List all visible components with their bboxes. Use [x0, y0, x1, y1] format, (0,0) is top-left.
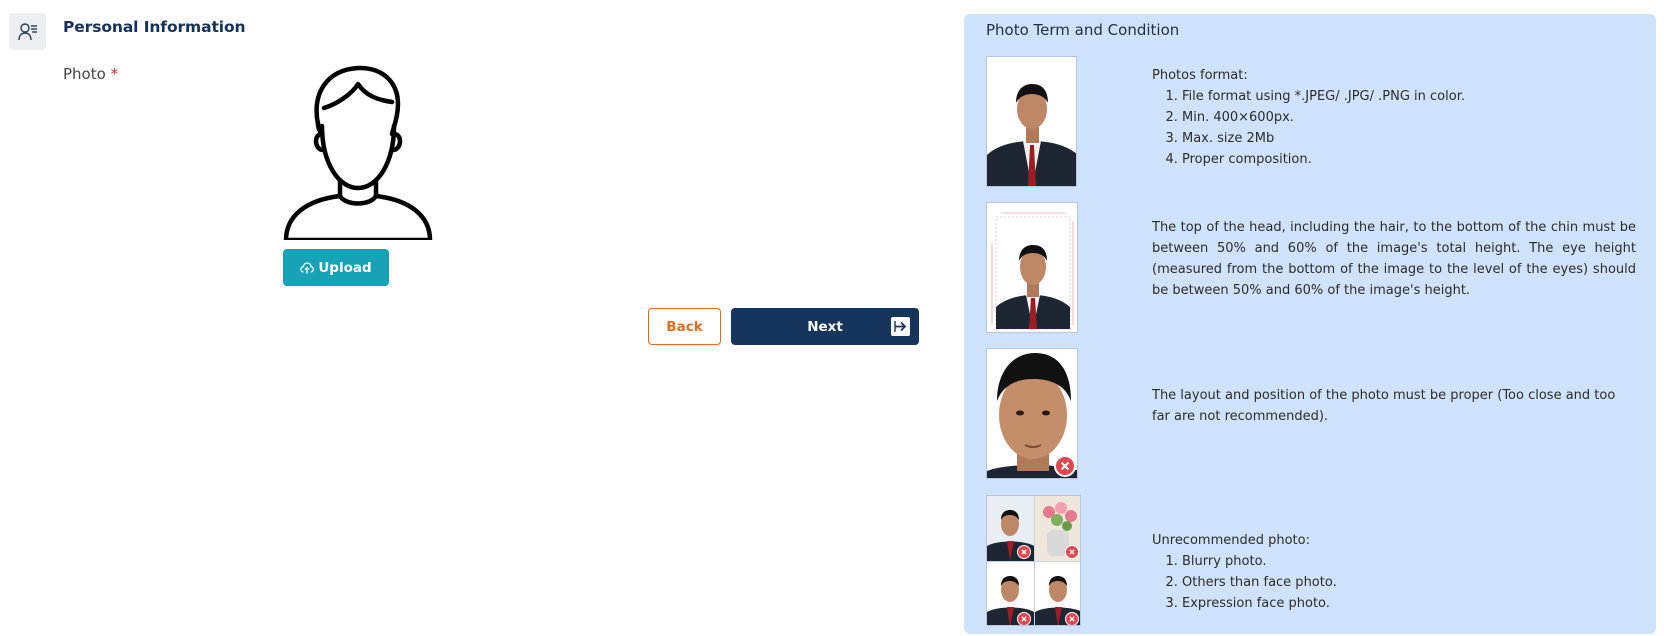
- unrecommended-heading: Unrecommended photo:: [1152, 533, 1310, 548]
- term-row-composition: The top of the head, including the hair,…: [986, 202, 1636, 334]
- arrow-right-icon: [891, 317, 910, 336]
- example-photo-measurement: [986, 202, 1078, 333]
- reject-icon: [1065, 545, 1079, 559]
- cloud-upload-icon: [300, 261, 315, 273]
- example-photos-unrecommended: [986, 495, 1081, 626]
- back-button[interactable]: Back: [648, 308, 721, 345]
- reject-icon: [1065, 612, 1079, 625]
- unrecommended-item: Blurry photo.: [1182, 551, 1636, 572]
- example-photo-correct: [986, 56, 1077, 187]
- term-row-layout: The layout and position of the photo mus…: [986, 348, 1636, 480]
- upload-label: Upload: [318, 259, 372, 276]
- unrecommended-item: Expression face photo.: [1182, 593, 1636, 614]
- term-row-format: Photos format: File format using *.JPEG/…: [986, 56, 1636, 188]
- next-button[interactable]: Next: [731, 308, 919, 345]
- reject-icon: [1054, 455, 1076, 477]
- reject-icon: [1017, 545, 1031, 559]
- next-label: Next: [807, 318, 843, 335]
- example-photo-too-close: [986, 348, 1078, 479]
- unrecommended-rules: Unrecommended photo: Blurry photo. Other…: [1152, 530, 1636, 614]
- reject-icon: [1017, 612, 1031, 625]
- terms-title: Photo Term and Condition: [986, 21, 1180, 39]
- format-rules: Photos format: File format using *.JPEG/…: [1152, 65, 1636, 170]
- photo-preview[interactable]: [282, 64, 434, 243]
- user-list-icon: [17, 22, 37, 40]
- format-item: File format using *.JPEG/ .JPG/ .PNG in …: [1182, 86, 1636, 107]
- format-item: Min. 400×600px.: [1182, 107, 1636, 128]
- format-item: Proper composition.: [1182, 149, 1636, 170]
- section-title: Personal Information: [63, 18, 246, 36]
- unrecommended-list: Blurry photo. Others than face photo. Ex…: [1182, 551, 1636, 614]
- photo-label: Photo *: [63, 65, 118, 83]
- section-icon-box: [9, 13, 46, 50]
- user-avatar-icon: [283, 65, 433, 243]
- layout-rule: The layout and position of the photo mus…: [1152, 388, 1616, 424]
- unrecommended-item: Others than face photo.: [1182, 572, 1636, 593]
- format-heading: Photos format:: [1152, 68, 1248, 83]
- term-row-unrecommended: Unrecommended photo: Blurry photo. Other…: [986, 495, 1636, 627]
- format-list: File format using *.JPEG/ .JPG/ .PNG in …: [1182, 86, 1636, 170]
- photo-label-text: Photo: [63, 65, 106, 83]
- required-marker: *: [110, 65, 119, 83]
- composition-rule: The top of the head, including the hair,…: [1152, 220, 1636, 298]
- upload-button[interactable]: Upload: [283, 249, 389, 286]
- photo-terms-panel: Photo Term and Condition Photos format: …: [964, 14, 1656, 634]
- format-item: Max. size 2Mb: [1182, 128, 1636, 149]
